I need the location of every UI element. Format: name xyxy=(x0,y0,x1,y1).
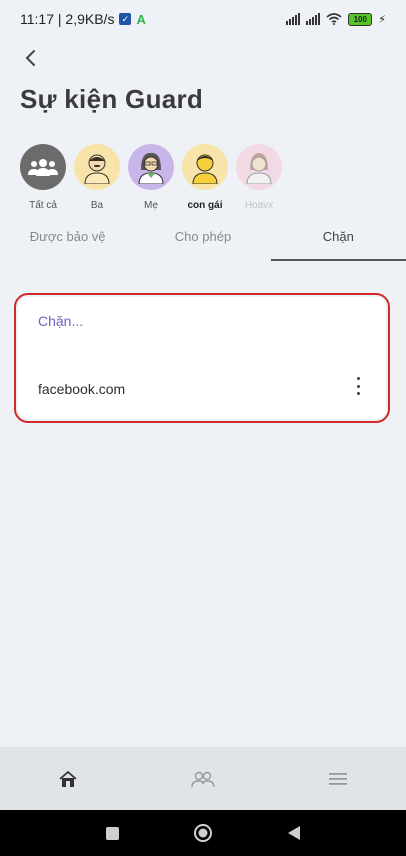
square-icon xyxy=(105,826,119,840)
triangle-back-icon xyxy=(287,826,300,840)
person-icon xyxy=(138,152,164,184)
system-navigation xyxy=(0,810,406,856)
profile-selector: Tất cả Ba Mẹ con gái Hoavx xyxy=(20,144,282,211)
chevron-left-icon xyxy=(25,50,35,66)
home-icon xyxy=(59,770,77,787)
person-icon xyxy=(246,153,272,184)
profile-label: Tất cả xyxy=(29,200,57,211)
profile-hoavx[interactable]: Hoavx xyxy=(236,144,282,211)
person-icon xyxy=(192,154,218,184)
profile-con-gai[interactable]: con gái xyxy=(182,144,228,211)
profile-me[interactable]: Mẹ xyxy=(128,144,174,211)
person-icon xyxy=(84,154,110,184)
status-right: 100 ⚡ xyxy=(286,12,386,26)
bottom-navigation xyxy=(0,747,406,810)
tab-blocked[interactable]: Chặn xyxy=(270,224,406,261)
circle-icon xyxy=(193,824,212,842)
blocked-domain[interactable]: facebook.com xyxy=(38,381,125,397)
home-button[interactable] xyxy=(193,823,213,843)
page-title: Sự kiện Guard xyxy=(20,84,204,114)
menu-icon xyxy=(329,772,348,785)
tab-protected[interactable]: Được bảo vệ xyxy=(0,224,135,260)
profile-label: Hoavx xyxy=(244,200,274,211)
status-time: 11:17 | 2,9KB/s xyxy=(20,11,115,27)
battery-icon: 100 xyxy=(348,12,373,26)
avatar xyxy=(20,144,66,190)
profile-label: Mẹ xyxy=(144,200,158,211)
shield-icon: ✓ xyxy=(119,13,132,25)
avatar xyxy=(74,144,120,190)
profile-ba[interactable]: Ba xyxy=(74,144,120,211)
profile-label: con gái xyxy=(187,200,223,211)
nav-people[interactable] xyxy=(135,770,270,788)
nav-home[interactable] xyxy=(0,770,135,788)
profile-label: Ba xyxy=(90,200,104,211)
profile-all[interactable]: Tất cả xyxy=(20,144,66,211)
app-notification-icon: A xyxy=(136,11,146,27)
nav-menu[interactable] xyxy=(271,772,406,786)
tab-allowed[interactable]: Cho phép xyxy=(135,224,270,260)
filter-tabs: Được bảo vệ Cho phép Chặn xyxy=(0,224,406,261)
avatar xyxy=(236,144,282,190)
status-bar: 11:17 | 2,9KB/s ✓ A 100 ⚡ xyxy=(0,0,406,38)
avatar xyxy=(182,144,228,190)
blocked-card: Chặn... facebook.com xyxy=(18,297,386,419)
avatar xyxy=(128,144,174,190)
group-icon xyxy=(28,159,58,176)
people-icon xyxy=(191,771,215,787)
recents-button[interactable] xyxy=(105,826,119,840)
status-left: 11:17 | 2,9KB/s ✓ A xyxy=(20,11,146,27)
wifi-icon xyxy=(326,13,342,25)
signal-icon xyxy=(306,13,321,25)
back-nav-button[interactable] xyxy=(287,825,301,841)
blocked-heading[interactable]: Chặn... xyxy=(38,313,83,329)
charging-icon: ⚡ xyxy=(378,13,386,26)
more-options-icon[interactable] xyxy=(352,377,364,395)
signal-icon xyxy=(286,13,301,25)
back-button[interactable] xyxy=(18,46,42,70)
